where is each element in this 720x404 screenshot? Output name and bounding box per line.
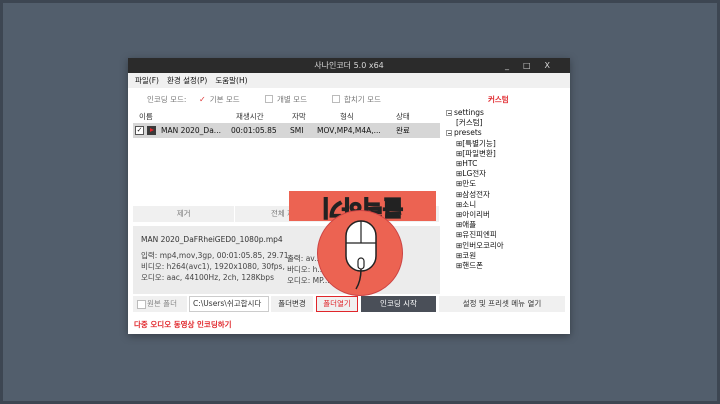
tree-item[interactable]: ⊞HTC [446,159,568,169]
row-name: MAN 2020_Da... [161,126,221,135]
tree-item[interactable]: ⊞코원 [446,251,568,261]
col-name[interactable]: 이름 [139,111,153,122]
minimize-button[interactable]: _ [505,61,523,70]
tree-item[interactable]: ⊞만도 [446,179,568,189]
change-folder-button[interactable]: 폴더변경 [271,296,313,312]
col-format[interactable]: 형식 [340,111,354,122]
collapse-icon [446,130,452,137]
collapse-icon [446,110,452,116]
mode-individual[interactable]: 개별 모드 [265,94,307,105]
open-folder-button[interactable]: 폴더열기 [316,296,358,312]
row-checkbox[interactable]: ✓ [135,126,144,135]
mode-merge-label: 합치기 모드 [344,94,381,104]
tree-custom[interactable]: [커스텀] [446,118,568,128]
tree-presets-label: presets [454,128,482,138]
tree-item[interactable]: ⊞LG전자 [446,169,568,179]
start-encoding-button[interactable]: 인코딩 시작 [361,296,436,312]
col-subtitle[interactable]: 자막 [292,111,306,122]
original-folder-checkbox[interactable]: 원본 폴더 [133,296,187,312]
mouse-icon [345,220,377,290]
maximize-button[interactable]: □ [523,61,545,70]
tree-settings[interactable]: settings [446,108,568,118]
tree-item[interactable]: ⊞[파일변환] [446,149,568,159]
row-format: MOV,MP4,M4A,... [317,126,381,135]
footer-caption: 다중 오디오 동영상 인코딩하기 [134,320,232,329]
row-subtitle: SMI [290,126,304,135]
menu-file[interactable]: 파일(F) [135,75,159,86]
tree-item[interactable]: ⊞[특별기능] [446,139,568,149]
remove-button[interactable]: 제거 [133,206,236,222]
mouse-click-indicator [317,210,403,296]
row-status: 완료 [396,126,410,135]
col-duration[interactable]: 재생시간 [236,111,264,122]
menu-preferences[interactable]: 환경 설정(P) [167,75,207,86]
encoding-mode-bar: 인코딩 모드: ✓ 기본 모드 개별 모드 합치기 모드 커스텀 [128,90,570,108]
tree-item[interactable]: ⊞애플 [446,220,568,230]
tree-settings-label: settings [454,108,484,117]
mode-merge[interactable]: 합치기 모드 [332,94,381,105]
custom-label: 커스텀 [488,94,509,104]
tree-item[interactable]: ⊞인버오코리아 [446,241,568,251]
output-path-field[interactable]: C:\Users\쉬고합시다 [189,296,269,312]
file-table: 이름 재생시간 자막 형식 상태 ✓ MAN 2020_Da... 00:01:… [133,110,440,200]
tree-item[interactable]: ⊞유진피엔피 [446,230,568,240]
col-status[interactable]: 상태 [396,111,410,122]
menu-bar: 파일(F) 환경 설정(P) 도움말(H) [128,73,570,88]
bottom-bar: 원본 폴더 C:\Users\쉬고합시다 폴더변경 폴더열기 인코딩 시작 설정… [133,296,565,312]
tree-item[interactable]: ⊞소니 [446,200,568,210]
video-file-icon [147,126,156,135]
preset-tree: settings [커스텀] presets ⊞[특별기능] ⊞[파일변환] ⊞… [440,108,568,318]
check-icon: ✓ [199,94,206,104]
window-controls: _□X [505,58,564,73]
checkbox [332,95,340,103]
tree-presets[interactable]: presets [446,128,568,138]
mode-basic[interactable]: ✓ 기본 모드 [199,94,240,105]
table-row[interactable]: ✓ MAN 2020_Da... 00:01:05.85 SMI MOV,MP4… [133,123,440,138]
tree-item[interactable]: ⊞아이리버 [446,210,568,220]
window-title: 사나인코더 5.0 x64 [314,61,384,70]
settings-preset-button[interactable]: 설정 및 프리셋 메뉴 열기 [439,296,565,312]
table-header: 이름 재생시간 자막 형식 상태 [133,110,440,123]
mode-individual-label: 개별 모드 [277,94,307,104]
tree-item[interactable]: ⊞삼성전자 [446,190,568,200]
close-button[interactable]: X [545,61,564,70]
title-bar: 사나인코더 5.0 x64 _□X [128,58,570,73]
mode-basic-label: 기본 모드 [209,94,240,104]
mode-label: 인코딩 모드: [147,94,187,104]
tree-item[interactable]: ⊞핸드폰 [446,261,568,271]
row-duration: 00:01:05.85 [231,126,277,135]
checkbox [265,95,273,103]
menu-help[interactable]: 도움말(H) [215,75,247,86]
